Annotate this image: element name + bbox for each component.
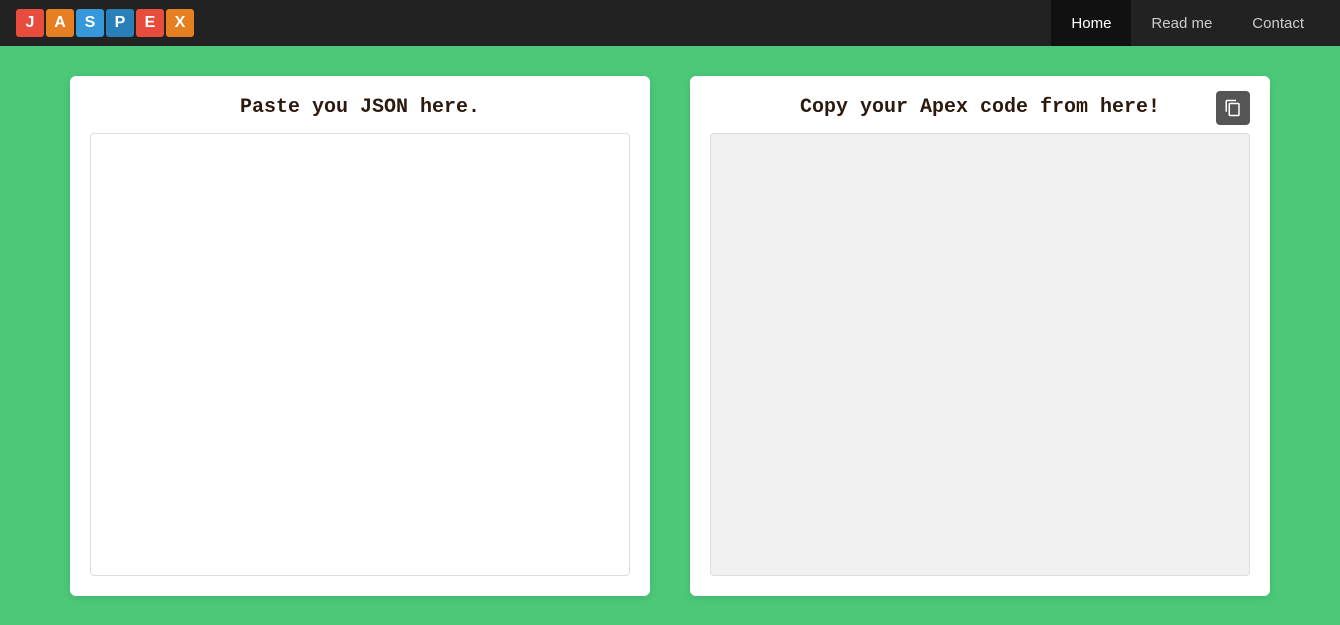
navbar: J A S P E X Home Read me Contact: [0, 0, 1340, 46]
logo-letter-s: S: [76, 9, 104, 37]
apex-textarea[interactable]: [710, 133, 1250, 576]
json-panel-title: Paste you JSON here.: [90, 96, 630, 119]
nav-link-home[interactable]: Home: [1051, 0, 1131, 46]
nav-link-readme[interactable]: Read me: [1131, 0, 1232, 46]
logo-letter-j: J: [16, 9, 44, 37]
copy-button[interactable]: [1216, 91, 1250, 125]
json-input-panel: Paste you JSON here.: [70, 76, 650, 596]
logo-letter-e: E: [136, 9, 164, 37]
apex-panel-header: Copy your Apex code from here!: [710, 96, 1250, 119]
nav-link-contact[interactable]: Contact: [1232, 0, 1324, 46]
json-textarea[interactable]: [90, 133, 630, 576]
apex-panel-title: Copy your Apex code from here!: [800, 96, 1160, 119]
logo-letter-x: X: [166, 9, 194, 37]
main-content: Paste you JSON here. Copy your Apex code…: [0, 46, 1340, 625]
copy-icon: [1224, 99, 1242, 117]
nav-links: Home Read me Contact: [1051, 0, 1324, 46]
logo-letter-p: P: [106, 9, 134, 37]
apex-output-panel: Copy your Apex code from here!: [690, 76, 1270, 596]
logo: J A S P E X: [16, 9, 194, 37]
logo-letter-a: A: [46, 9, 74, 37]
